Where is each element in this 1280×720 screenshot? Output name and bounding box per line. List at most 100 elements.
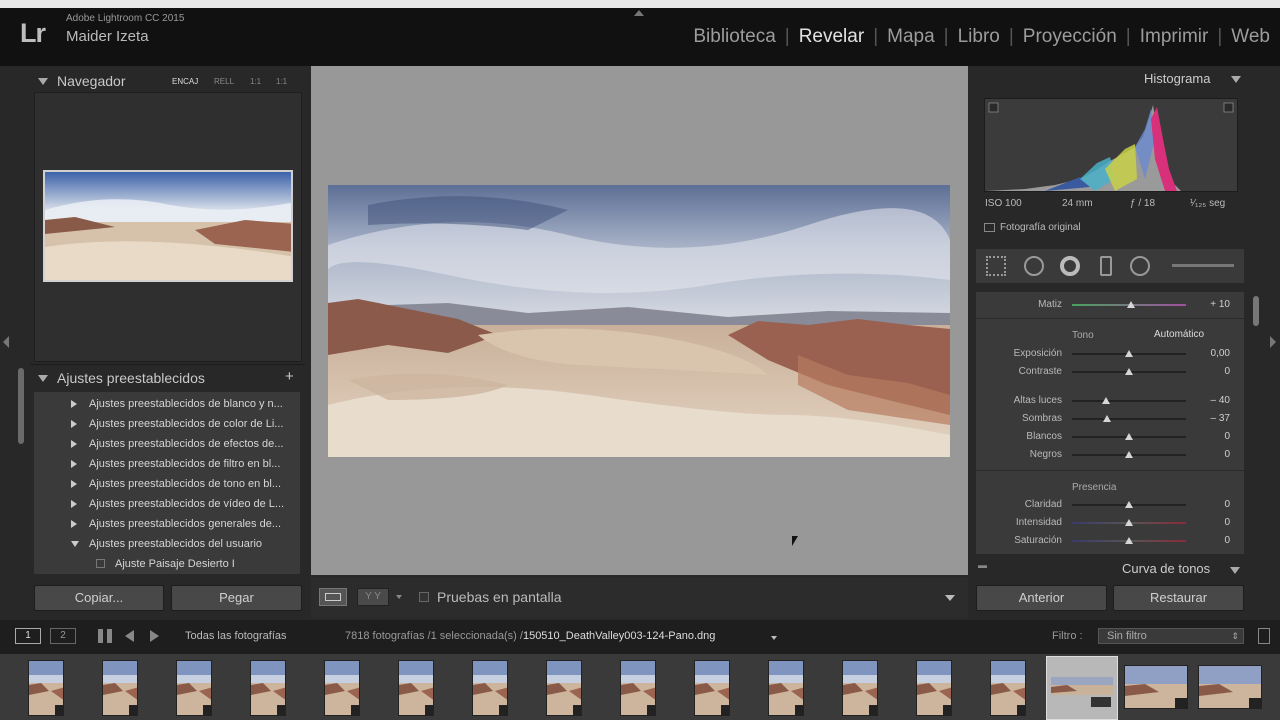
module-mapa[interactable]: Mapa (878, 26, 944, 48)
zoom-fill[interactable]: RELL (214, 77, 234, 86)
add-preset-button[interactable]: + (285, 368, 294, 385)
slider-value[interactable]: 0 (1180, 366, 1230, 377)
expand-icon[interactable] (71, 460, 77, 468)
preset-folder-user[interactable]: Ajustes preestablecidos del usuario (34, 534, 300, 554)
filmstrip-thumbnail[interactable] (102, 660, 138, 716)
filmstrip-thumbnail[interactable] (398, 660, 434, 716)
filter-select[interactable]: Sin filtro ⇕ (1098, 628, 1244, 644)
slider-value[interactable]: – 40 (1180, 395, 1230, 406)
expand-icon[interactable] (71, 440, 77, 448)
right-panel-toggle-icon[interactable] (1270, 336, 1276, 348)
slider-value[interactable]: 0 (1180, 449, 1230, 460)
collapse-icon[interactable] (71, 541, 79, 547)
filmstrip-thumbnail[interactable] (176, 660, 212, 716)
crop-tool-icon[interactable] (986, 256, 1006, 276)
slider-value[interactable]: 0 (1180, 431, 1230, 442)
slider-track[interactable] (1072, 400, 1186, 402)
grid-view-icon[interactable] (98, 629, 112, 643)
slider-track[interactable] (1072, 418, 1186, 420)
filmstrip-thumbnail[interactable] (694, 660, 730, 716)
filmstrip-thumbnail[interactable] (546, 660, 582, 716)
module-libro[interactable]: Libro (949, 26, 1009, 48)
filmstrip-thumbnail[interactable] (1198, 665, 1262, 709)
filmstrip-thumbnail[interactable] (472, 660, 508, 716)
loupe-view-icon[interactable] (319, 588, 347, 606)
filmstrip-thumbnail[interactable] (990, 660, 1026, 716)
collapse-icon[interactable] (38, 375, 48, 382)
navigator-thumbnail[interactable] (43, 170, 293, 282)
adjustment-brush-icon[interactable] (1172, 264, 1234, 267)
slider-value[interactable]: 0 (1180, 517, 1230, 528)
left-scrollbar[interactable] (18, 368, 24, 444)
filmstrip-thumbnail[interactable] (916, 660, 952, 716)
filmstrip-thumbnail[interactable] (620, 660, 656, 716)
top-panel-toggle-icon[interactable] (634, 10, 644, 16)
filmstrip-thumbnail[interactable] (28, 660, 64, 716)
before-after-dropdown-icon[interactable] (396, 595, 402, 599)
slider-knob[interactable] (1125, 451, 1133, 458)
filmstrip-thumbnail[interactable] (1124, 665, 1188, 709)
collapse-icon[interactable] (1231, 76, 1241, 83)
module-imprimir[interactable]: Imprimir (1131, 26, 1218, 48)
radial-filter-icon[interactable] (1130, 256, 1150, 276)
tint-value[interactable]: + 10 (1180, 299, 1230, 310)
slider-value[interactable]: – 37 (1180, 413, 1230, 424)
spot-removal-icon[interactable] (1024, 256, 1044, 276)
expand-icon[interactable] (71, 520, 77, 528)
preset-folder[interactable]: Ajustes preestablecidos de efectos de... (34, 434, 300, 454)
slider-knob[interactable] (1103, 415, 1112, 422)
red-eye-icon[interactable] (1060, 256, 1080, 276)
zoom-fit[interactable]: ENCAJ (172, 77, 198, 86)
slider-knob[interactable] (1125, 501, 1133, 508)
main-photo[interactable] (328, 185, 950, 457)
expand-icon[interactable] (71, 400, 77, 408)
source-label[interactable]: Todas las fotografías (185, 630, 287, 642)
back-arrow-icon[interactable] (125, 630, 134, 642)
graduated-filter-icon[interactable] (1100, 256, 1112, 276)
slider-knob[interactable] (1102, 397, 1111, 404)
before-after-button[interactable]: Y Y (357, 588, 389, 606)
copy-button[interactable]: Copiar... (34, 585, 164, 611)
filmstrip-thumbnail[interactable] (250, 660, 286, 716)
previous-button[interactable]: Anterior (976, 585, 1107, 611)
slider-knob[interactable] (1125, 368, 1133, 375)
filmstrip-thumbnail-selected[interactable] (1046, 656, 1118, 720)
slider-value[interactable]: 0 (1180, 535, 1230, 546)
slider-knob[interactable] (1125, 519, 1133, 526)
module-web[interactable]: Web (1222, 26, 1270, 48)
tint-knob[interactable] (1127, 301, 1136, 308)
slider-value[interactable]: 0 (1180, 499, 1230, 510)
preset-item[interactable]: Ajuste Paisaje Desierto I (34, 554, 300, 574)
original-photo-checkbox[interactable] (984, 223, 995, 232)
tone-curve-header[interactable]: ▬ Curva de tonos (976, 558, 1244, 578)
toolbar-menu-icon[interactable] (945, 595, 955, 601)
reset-button[interactable]: Restaurar (1113, 585, 1244, 611)
preset-folder[interactable]: Ajustes preestablecidos de tono en bl... (34, 474, 300, 494)
slider-knob[interactable] (1125, 433, 1133, 440)
filter-lock-icon[interactable] (1258, 628, 1270, 644)
expand-icon[interactable] (71, 480, 77, 488)
zoom-1-1[interactable]: 1:1 (250, 77, 261, 86)
file-name[interactable]: 150510_DeathValley003-124-Pano.dng (523, 630, 715, 642)
preset-folder[interactable]: Ajustes preestablecidos de vídeo de L... (34, 494, 300, 514)
preset-folder[interactable]: Ajustes preestablecidos de blanco y n... (34, 394, 300, 414)
expand-icon[interactable] (71, 500, 77, 508)
module-revelar[interactable]: Revelar (790, 26, 873, 48)
slider-knob[interactable] (1125, 537, 1133, 544)
preset-folder[interactable]: Ajustes preestablecidos generales de... (34, 514, 300, 534)
forward-arrow-icon[interactable] (150, 630, 159, 642)
zoom-1-1-b[interactable]: 1:1 (276, 77, 287, 86)
filmstrip-thumbnail[interactable] (842, 660, 878, 716)
left-panel-toggle-icon[interactable] (3, 336, 9, 348)
main-window-button[interactable]: 1 (15, 628, 41, 644)
second-window-button[interactable]: 2 (50, 628, 76, 644)
collapse-icon[interactable] (38, 78, 48, 85)
paste-button[interactable]: Pegar (171, 585, 302, 611)
module-proyeccion[interactable]: Proyección (1014, 26, 1126, 48)
auto-tone-button[interactable]: Automático (1154, 329, 1204, 340)
slider-value[interactable]: 0,00 (1180, 348, 1230, 359)
filename-dropdown-icon[interactable] (771, 636, 777, 640)
right-scrollbar[interactable] (1253, 296, 1259, 326)
presets-header[interactable]: Ajustes preestablecidos + (30, 364, 305, 390)
histogram[interactable] (984, 98, 1238, 192)
